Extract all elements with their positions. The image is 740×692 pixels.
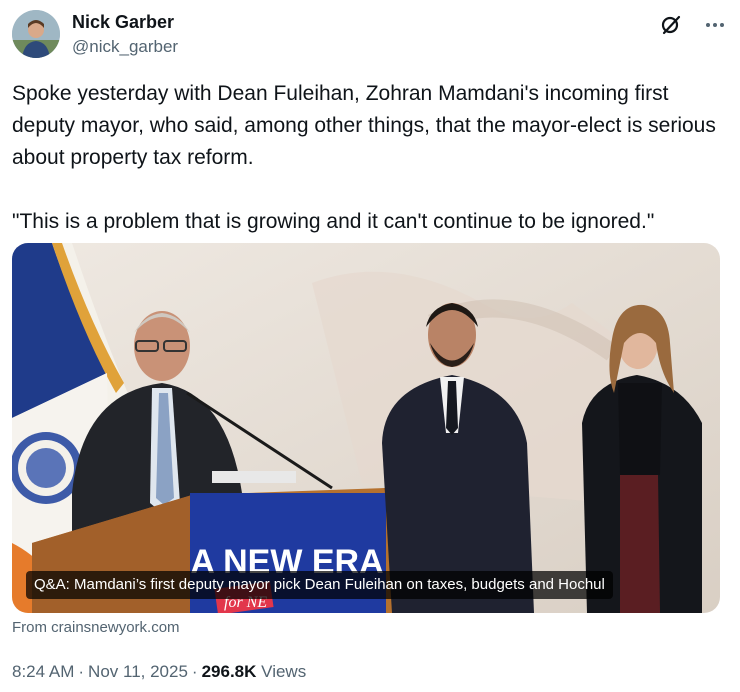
avatar[interactable] [12, 10, 60, 58]
author-display-name[interactable]: Nick Garber [72, 11, 178, 33]
meta-separator: · [191, 662, 198, 681]
tweet-meta: 8:24 AM · Nov 11, 2025 · 296.8K Views [12, 660, 306, 684]
views-label: Views [261, 662, 307, 681]
more-button[interactable] [702, 12, 728, 38]
tweet-date[interactable]: Nov 11, 2025 [88, 662, 188, 681]
avatar-image [12, 10, 60, 58]
tweet-header: Nick Garber @nick_garber [12, 10, 728, 62]
meta-separator: · [78, 662, 85, 681]
grok-button[interactable] [658, 12, 684, 38]
author-names: Nick Garber @nick_garber [72, 11, 178, 58]
grok-icon [661, 15, 681, 35]
tweet-text: Spoke yesterday with Dean Fuleihan, Zohr… [12, 78, 724, 238]
more-icon [706, 23, 724, 27]
media-caption: Q&A: Mamdani’s first deputy mayor pick D… [26, 571, 613, 599]
tweet-paragraph-quote: "This is a problem that is growing and i… [12, 210, 655, 233]
author-handle[interactable]: @nick_garber [72, 36, 178, 58]
views-count[interactable]: 296.8K [202, 662, 257, 681]
press-conference-photo: A NEW ERA for NE [12, 243, 720, 613]
link-source[interactable]: From crainsnewyork.com [12, 618, 180, 638]
tweet-time[interactable]: 8:24 AM [12, 662, 74, 681]
tweet-media-card[interactable]: A NEW ERA for NE Q&A: Mamdani’s first de… [12, 243, 720, 613]
tweet-paragraph: Spoke yesterday with Dean Fuleihan, Zohr… [12, 82, 716, 169]
